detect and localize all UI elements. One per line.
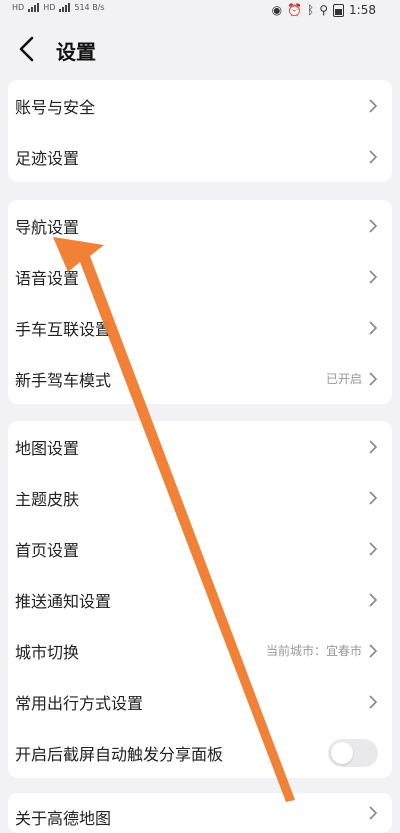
chevron-right-icon xyxy=(369,218,378,233)
setting-value: 当前城市：宜春市 xyxy=(265,644,362,658)
chevron-right-icon xyxy=(369,806,378,820)
page-title: 设置 xyxy=(56,40,96,64)
back-button[interactable] xyxy=(14,34,42,64)
chevron-right-icon xyxy=(369,371,378,386)
chevron-right-icon xyxy=(369,149,378,164)
chevron-right-icon xyxy=(369,541,378,556)
setting-label: 首页设置 xyxy=(15,540,80,560)
setting-label: 足迹设置 xyxy=(15,148,80,168)
settings-group-general: 地图设置 主题皮肤 首页设置 推送通知设置 城市切换 当前城市：宜春市 常用出行… xyxy=(8,421,392,778)
setting-label: 新手驾车模式 xyxy=(15,370,112,390)
setting-row-car-link[interactable]: 手车互联设置 xyxy=(8,302,392,353)
setting-label: 开启后截屏自动触发分享面板 xyxy=(15,744,224,764)
battery-icon xyxy=(333,3,345,17)
network-speed: 514 B/s xyxy=(74,2,105,12)
setting-row-theme[interactable]: 主题皮肤 xyxy=(8,472,392,523)
chevron-right-icon xyxy=(369,320,378,335)
chevron-right-icon xyxy=(369,490,378,505)
setting-label: 地图设置 xyxy=(15,438,80,458)
setting-row-navigation[interactable]: 导航设置 xyxy=(8,200,392,251)
hd-badge-icon-2: HD xyxy=(43,2,56,12)
setting-row-homepage[interactable]: 首页设置 xyxy=(8,523,392,574)
screenshot-share-toggle[interactable] xyxy=(328,738,378,767)
setting-row-footprint[interactable]: 足迹设置 xyxy=(8,131,392,182)
alarm-icon: ⏰ xyxy=(287,3,303,17)
chevron-right-icon xyxy=(369,98,378,113)
setting-row-voice[interactable]: 语音设置 xyxy=(8,251,392,302)
setting-label: 主题皮肤 xyxy=(15,489,80,509)
setting-label: 城市切换 xyxy=(15,642,80,662)
status-bar: HD HD 514 B/s ◉ ⏰ ᛒ ⚲ 1:58 xyxy=(0,0,400,22)
bluetooth-icon: ᛒ xyxy=(307,3,315,17)
chevron-right-icon xyxy=(369,694,378,709)
setting-row-map[interactable]: 地图设置 xyxy=(8,421,392,472)
setting-value: 已开启 xyxy=(325,372,362,386)
setting-row-novice-mode[interactable]: 新手驾车模式 已开启 xyxy=(8,353,392,404)
eye-icon: ◉ xyxy=(271,3,283,17)
status-right: ◉ ⏰ ᛒ ⚲ 1:58 xyxy=(272,3,376,17)
setting-label: 账号与安全 xyxy=(15,97,96,117)
signal-icon xyxy=(28,2,40,12)
chevron-right-icon xyxy=(369,439,378,454)
settings-group-about: 关于高德地图 xyxy=(8,793,392,833)
settings-group-account: 账号与安全 足迹设置 xyxy=(8,80,392,182)
setting-row-city-switch[interactable]: 城市切换 当前城市：宜春市 xyxy=(8,625,392,676)
setting-label: 推送通知设置 xyxy=(15,591,112,611)
clock: 1:58 xyxy=(349,3,376,17)
setting-label: 语音设置 xyxy=(15,268,80,288)
setting-row-push[interactable]: 推送通知设置 xyxy=(8,574,392,625)
setting-label: 导航设置 xyxy=(15,217,80,237)
setting-label: 常用出行方式设置 xyxy=(15,693,144,713)
setting-row-screenshot-share: 开启后截屏自动触发分享面板 xyxy=(8,727,392,778)
setting-row-about[interactable]: 关于高德地图 xyxy=(8,793,392,833)
setting-label: 手车互联设置 xyxy=(15,319,112,339)
signal-icon-2 xyxy=(59,2,71,12)
hd-badge-icon: HD xyxy=(12,2,25,12)
chevron-right-icon xyxy=(369,643,378,658)
header: 设置 xyxy=(0,22,400,78)
settings-group-navigation: 导航设置 语音设置 手车互联设置 新手驾车模式 已开启 xyxy=(8,200,392,404)
chevron-right-icon xyxy=(369,592,378,607)
setting-row-travel-mode[interactable]: 常用出行方式设置 xyxy=(8,676,392,727)
location-icon: ⚲ xyxy=(319,3,329,17)
setting-row-account-security[interactable]: 账号与安全 xyxy=(8,80,392,131)
setting-label: 关于高德地图 xyxy=(15,809,112,828)
back-arrow-icon xyxy=(19,36,34,62)
status-left: HD HD 514 B/s xyxy=(12,2,105,12)
chevron-right-icon xyxy=(369,269,378,284)
